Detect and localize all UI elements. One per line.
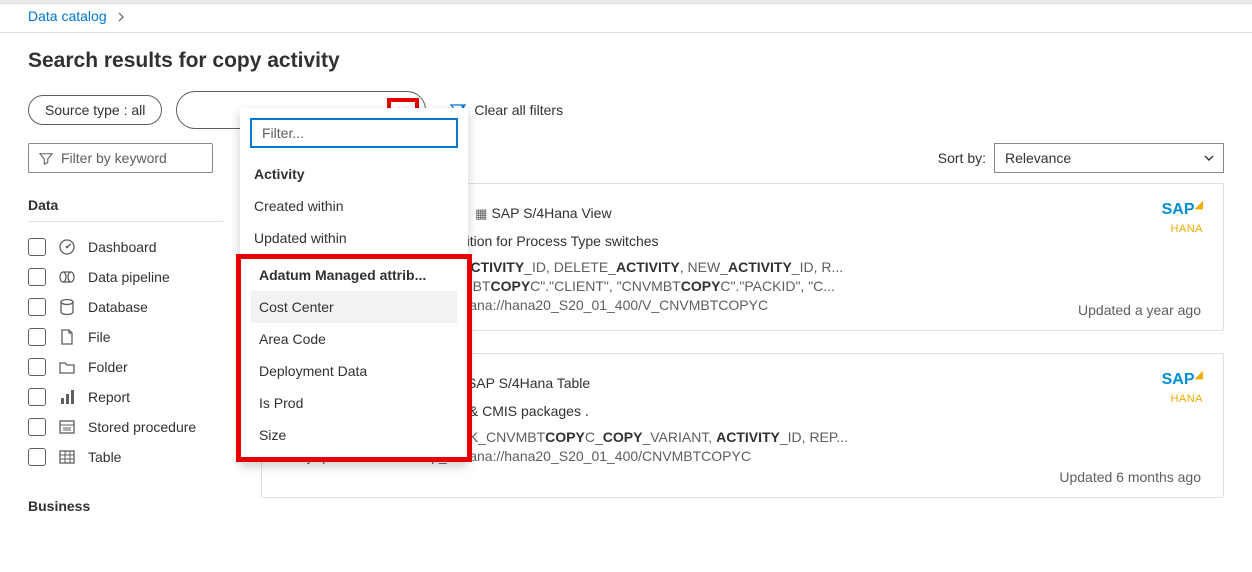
checkbox[interactable] [28, 448, 46, 466]
highlight-box-managed-attributes: Adatum Managed attrib... Cost Center Are… [236, 254, 472, 462]
facet-group-business: Business [28, 490, 223, 522]
sort-by-dropdown[interactable]: Relevance [994, 143, 1224, 173]
sap-hana-badge: SAP◢ HANA [1162, 198, 1203, 235]
updated-timestamp: Updated a year ago [1078, 302, 1201, 318]
source-type-filter-pill[interactable]: Source type : all [28, 95, 162, 125]
database-icon [58, 298, 76, 316]
checkbox[interactable] [28, 418, 46, 436]
facet-item-folder[interactable]: Folder [28, 352, 223, 382]
view-icon: ▦ [475, 206, 487, 221]
attribute-dropdown-panel: Filter... Activity Created within Update… [240, 108, 468, 462]
facet-label: File [88, 329, 111, 345]
breadcrumb: Data catalog [0, 4, 1252, 33]
checkbox[interactable] [28, 358, 46, 376]
updated-timestamp: Updated 6 months ago [1059, 469, 1201, 485]
dropdown-item-deployment-data[interactable]: Deployment Data [251, 355, 457, 387]
funnel-icon [39, 150, 53, 166]
dropdown-item-is-prod[interactable]: Is Prod [251, 387, 457, 419]
dropdown-filter-input[interactable]: Filter... [250, 118, 458, 148]
dropdown-item-size[interactable]: Size [251, 419, 457, 451]
dropdown-item-area-code[interactable]: Area Code [251, 323, 457, 355]
dropdown-item-cost-center[interactable]: Cost Center [251, 291, 457, 323]
facet-label: Stored procedure [88, 419, 196, 435]
chevron-down-icon [1203, 152, 1215, 164]
clear-filters-label: Clear all filters [474, 102, 563, 118]
dropdown-item-updated-within[interactable]: Updated within [250, 222, 458, 254]
sort-by-label: Sort by: [938, 150, 986, 166]
facet-label: Folder [88, 359, 128, 375]
facet-group-data: Data [28, 189, 223, 222]
pipeline-icon [58, 268, 76, 286]
facet-label: Table [88, 449, 121, 465]
facet-item-report[interactable]: Report [28, 382, 223, 412]
dashboard-icon [58, 238, 76, 256]
table-icon [58, 448, 76, 466]
page-title: Search results for copy activity [0, 33, 1252, 91]
dropdown-group-activity: Activity [250, 158, 458, 190]
chevron-right-icon [117, 8, 127, 24]
facet-item-table[interactable]: Table [28, 442, 223, 472]
sort-value: Relevance [1005, 150, 1071, 166]
facet-label: Database [88, 299, 148, 315]
report-icon [58, 388, 76, 406]
folder-icon [58, 358, 76, 376]
checkbox[interactable] [28, 238, 46, 256]
asset-type-label: ▦SAP S/4Hana View [475, 205, 611, 222]
sap-hana-badge: SAP◢ HANA [1162, 368, 1203, 405]
facet-item-database[interactable]: Database [28, 292, 223, 322]
dropdown-item-created-within[interactable]: Created within [250, 190, 458, 222]
checkbox[interactable] [28, 298, 46, 316]
dropdown-group-adatum: Adatum Managed attrib... [251, 259, 457, 291]
checkbox[interactable] [28, 388, 46, 406]
facet-item-stored-procedure[interactable]: Stored procedure [28, 412, 223, 442]
facet-item-dashboard[interactable]: Dashboard [28, 232, 223, 262]
facet-label: Report [88, 389, 130, 405]
sort-by-control: Sort by: Relevance [938, 143, 1224, 173]
facet-label: Dashboard [88, 239, 157, 255]
facet-label: Data pipeline [88, 269, 170, 285]
breadcrumb-link-data-catalog[interactable]: Data catalog [28, 8, 107, 24]
facet-item-data-pipeline[interactable]: Data pipeline [28, 262, 223, 292]
content-area: Filter by keyword Data Dashboard Data pi… [0, 143, 1252, 532]
checkbox[interactable] [28, 328, 46, 346]
facet-sidebar: Filter by keyword Data Dashboard Data pi… [28, 143, 223, 532]
keyword-filter-placeholder: Filter by keyword [61, 150, 167, 166]
facet-item-file[interactable]: File [28, 322, 223, 352]
file-icon [58, 328, 76, 346]
stored-procedure-icon [58, 418, 76, 436]
checkbox[interactable] [28, 268, 46, 286]
keyword-filter-input[interactable]: Filter by keyword [28, 143, 213, 173]
filter-bar: Source type : all Clear all filters [0, 91, 1252, 143]
